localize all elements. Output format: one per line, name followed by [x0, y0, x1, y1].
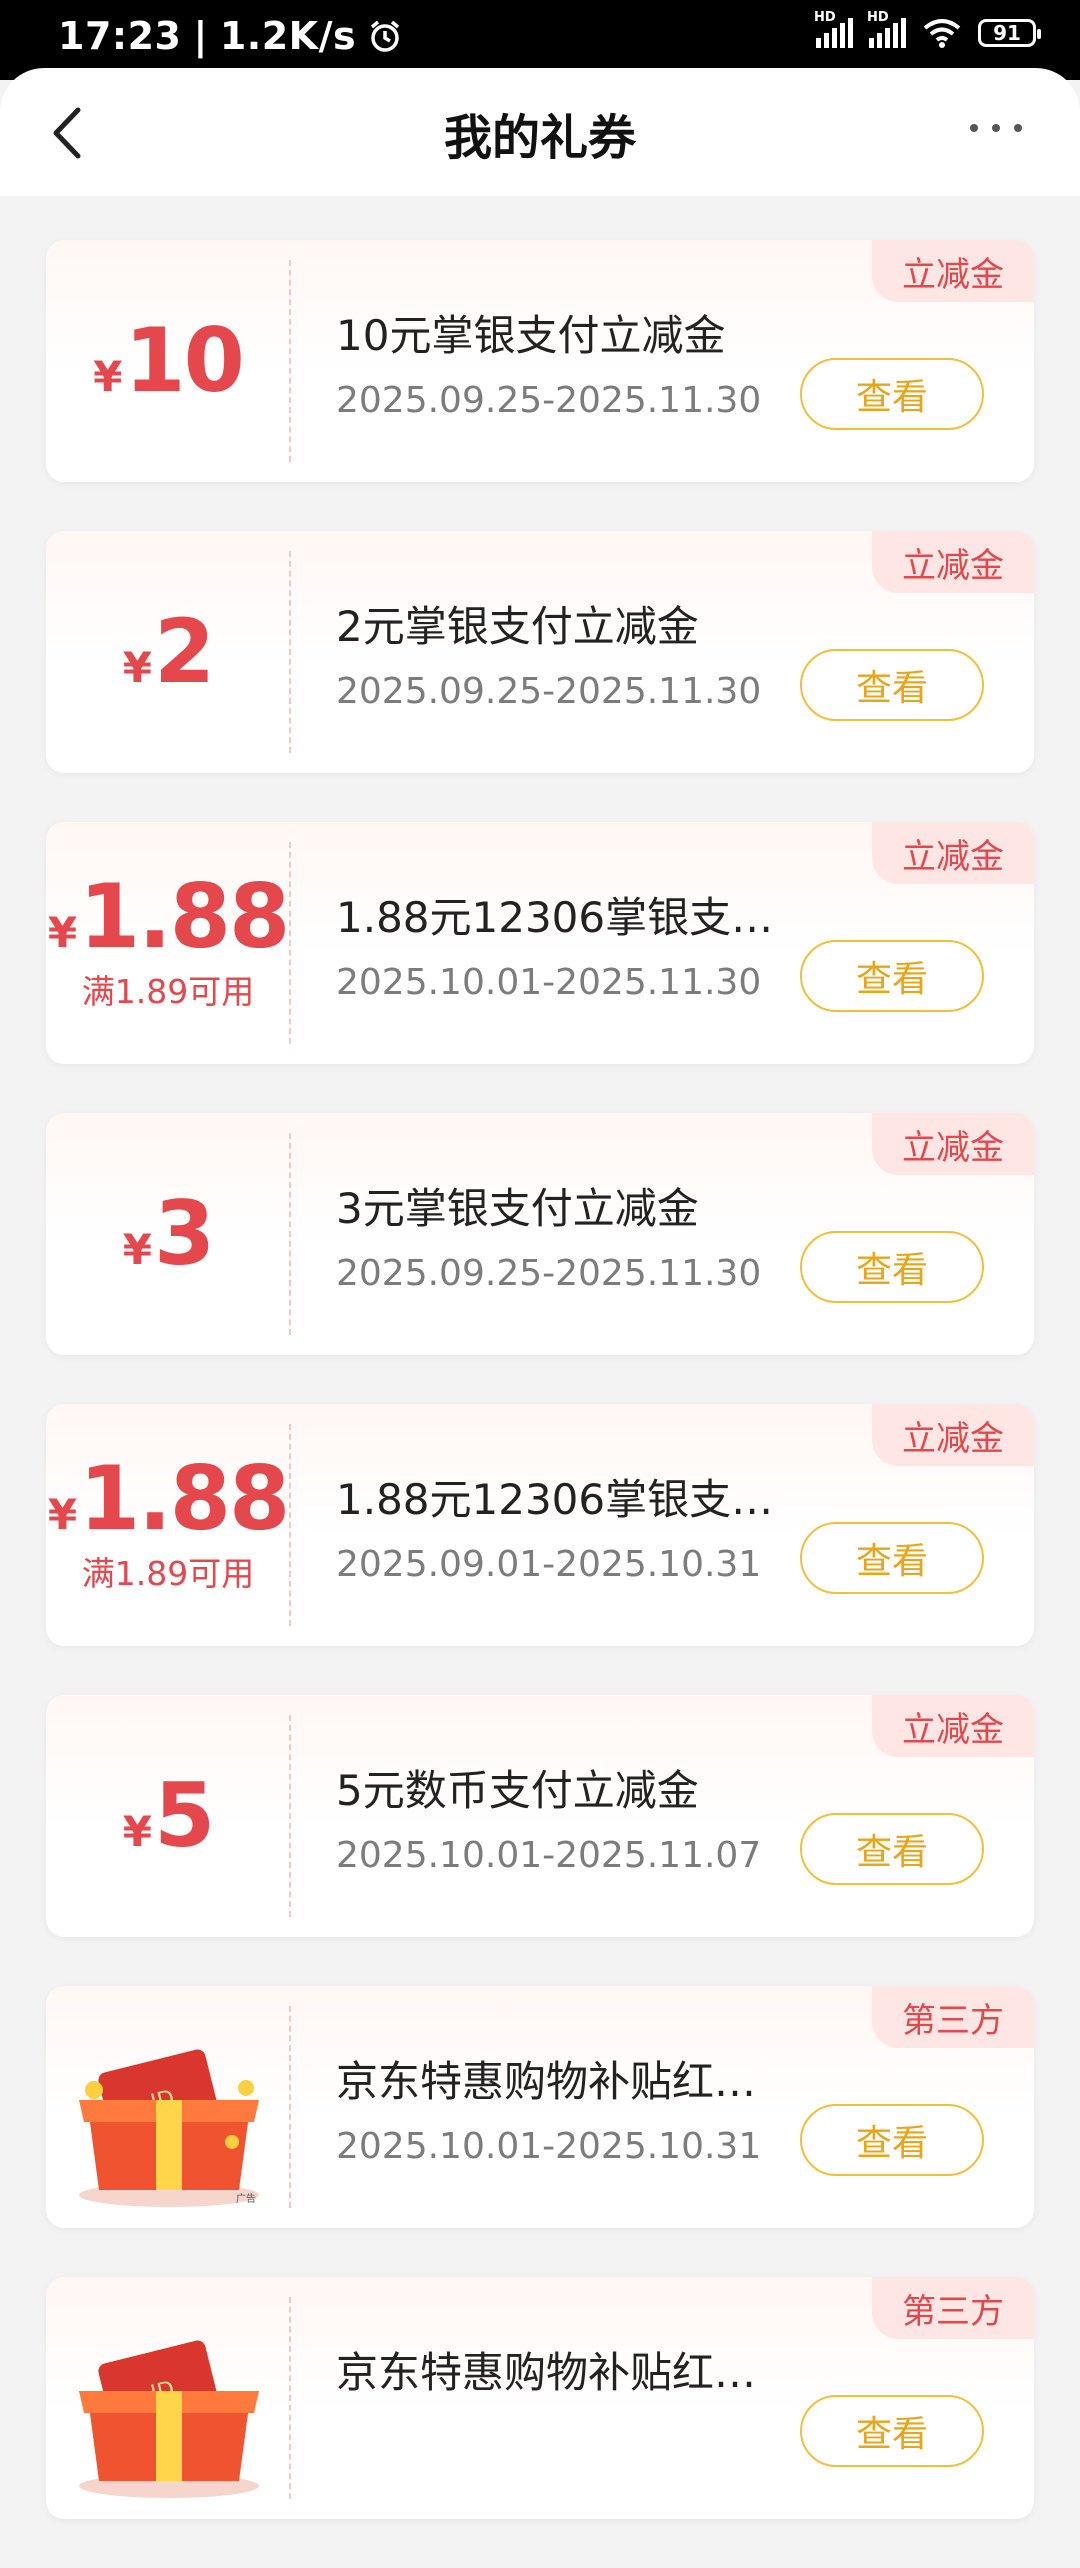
- coupon-tag: 立减金: [872, 1695, 1034, 1757]
- coupon-validity: 2025.09.25-2025.11.30: [336, 1253, 762, 1294]
- status-network-speed: 1.2K/s: [219, 14, 357, 58]
- page-title: 我的礼券: [443, 110, 636, 166]
- more-options-button[interactable]: [970, 124, 1022, 132]
- coupon-validity: 2025.09.25-2025.11.30: [336, 380, 762, 421]
- coupon-card[interactable]: 立减金 ¥ 1.88 满1.89可用 1.88元12306掌银支… 2025.0…: [46, 1404, 1034, 1646]
- currency-symbol: ¥: [47, 1490, 78, 1539]
- coupon-card[interactable]: 第三方 ID 京东特惠购物补贴红… 查看: [46, 2277, 1034, 2519]
- currency-symbol: ¥: [122, 1807, 152, 1856]
- coupon-name: 1.88元12306掌银支…: [336, 1475, 774, 1524]
- dashed-divider: [289, 1133, 291, 1335]
- ad-label: 广告: [236, 2194, 256, 2205]
- coupon-amount: 1.88: [79, 865, 290, 968]
- gift-box-icon: ID: [79, 2049, 259, 2207]
- view-button[interactable]: 查看: [800, 358, 984, 430]
- signal-2-icon: HD: [867, 10, 906, 48]
- coupon-value: ¥ 1.88 满1.89可用: [46, 822, 290, 1064]
- coupon-name: 5元数币支付立减金: [336, 1766, 699, 1815]
- coupon-validity: 2025.10.01-2025.11.07: [336, 1835, 762, 1876]
- coupon-validity: 2025.09.01-2025.10.31: [336, 1544, 762, 1585]
- currency-symbol: ¥: [122, 643, 152, 692]
- dashed-divider: [289, 260, 291, 462]
- coupon-amount: 2: [154, 600, 215, 703]
- dot-icon: [992, 124, 1000, 132]
- coupon-value: ¥ 1.88 满1.89可用: [46, 1404, 290, 1646]
- battery-level: 91: [993, 21, 1021, 45]
- currency-symbol: ¥: [122, 1225, 152, 1274]
- view-button[interactable]: 查看: [800, 2395, 984, 2467]
- view-button[interactable]: 查看: [800, 649, 984, 721]
- dashed-divider: [289, 1715, 291, 1917]
- currency-symbol: ¥: [93, 352, 123, 401]
- battery-icon: 91: [978, 19, 1041, 47]
- coupon-tag: 立减金: [872, 240, 1034, 302]
- alarm-icon: [371, 20, 400, 52]
- coupon-validity: 2025.10.01-2025.11.30: [336, 962, 762, 1003]
- coupon-value: ¥ 10: [46, 240, 290, 482]
- coupon-tag: 立减金: [872, 1113, 1034, 1175]
- coupon-name: 京东特惠购物补贴红…: [336, 2348, 757, 2397]
- dashed-divider: [289, 842, 291, 1044]
- view-button[interactable]: 查看: [800, 2104, 984, 2176]
- coupon-tag: 立减金: [872, 531, 1034, 593]
- coupon-tag: 第三方: [872, 1986, 1034, 2048]
- coupon-validity: 2025.10.01-2025.10.31: [336, 2126, 762, 2167]
- status-right: HD HD 91: [814, 10, 1041, 48]
- coupon-validity: 2025.09.25-2025.11.30: [336, 671, 762, 712]
- coupon-name: 2元掌银支付立减金: [336, 602, 699, 651]
- coupon-amount: 10: [124, 309, 244, 412]
- dashed-divider: [289, 551, 291, 753]
- coupon-amount: 5: [154, 1764, 215, 1867]
- coupon-list: 立减金 ¥ 10 10元掌银支付立减金 2025.09.25-2025.11.3…: [46, 240, 1036, 2568]
- coupon-card[interactable]: 立减金 ¥ 5 5元数币支付立减金 2025.10.01-2025.11.07 …: [46, 1695, 1034, 1937]
- status-separator: |: [193, 14, 208, 58]
- gift-box-icon: ID: [79, 2340, 259, 2498]
- dashed-divider: [289, 2297, 291, 2499]
- coupon-name: 1.88元12306掌银支…: [336, 893, 774, 942]
- coupon-value: ¥ 3: [46, 1113, 290, 1355]
- currency-symbol: ¥: [47, 908, 78, 957]
- coupon-tag: 第三方: [872, 2277, 1034, 2339]
- status-time: 17:23: [58, 14, 182, 58]
- coupon-card[interactable]: 立减金 ¥ 3 3元掌银支付立减金 2025.09.25-2025.11.30 …: [46, 1113, 1034, 1355]
- coupon-name: 3元掌银支付立减金: [336, 1184, 699, 1233]
- coupon-card[interactable]: 立减金 ¥ 10 10元掌银支付立减金 2025.09.25-2025.11.3…: [46, 240, 1034, 482]
- coupon-condition: 满1.89可用: [81, 972, 255, 1011]
- coupon-card[interactable]: 第三方 ID 广告 京东特惠购物补贴红… 2025.10.01-2025.10.…: [46, 1986, 1034, 2228]
- top-nav-bar: 我的礼券: [0, 68, 1080, 196]
- coupon-card[interactable]: 立减金 ¥ 2 2元掌银支付立减金 2025.09.25-2025.11.30 …: [46, 531, 1034, 773]
- coupon-tag: 立减金: [872, 1404, 1034, 1466]
- coupon-tag: 立减金: [872, 822, 1034, 884]
- view-button[interactable]: 查看: [800, 1522, 984, 1594]
- coupon-card[interactable]: 立减金 ¥ 1.88 满1.89可用 1.88元12306掌银支… 2025.1…: [46, 822, 1034, 1064]
- coupon-value: ¥ 2: [46, 531, 290, 773]
- dot-icon: [1014, 124, 1022, 132]
- coupon-value: ¥ 5: [46, 1695, 290, 1937]
- coupon-amount: 3: [154, 1182, 215, 1285]
- coupon-name: 京东特惠购物补贴红…: [336, 2057, 757, 2106]
- status-left: 17:23 | 1.2K/s: [58, 14, 402, 58]
- view-button[interactable]: 查看: [800, 940, 984, 1012]
- wifi-icon: [923, 19, 961, 48]
- dashed-divider: [289, 2006, 291, 2208]
- coupon-condition: 满1.89可用: [81, 1554, 255, 1593]
- coupon-name: 10元掌银支付立减金: [336, 311, 726, 360]
- signal-1-icon: HD: [814, 10, 853, 48]
- view-button[interactable]: 查看: [800, 1231, 984, 1303]
- dashed-divider: [289, 1424, 291, 1626]
- dot-icon: [970, 124, 978, 132]
- view-button[interactable]: 查看: [800, 1813, 984, 1885]
- coupon-amount: 1.88: [79, 1447, 290, 1550]
